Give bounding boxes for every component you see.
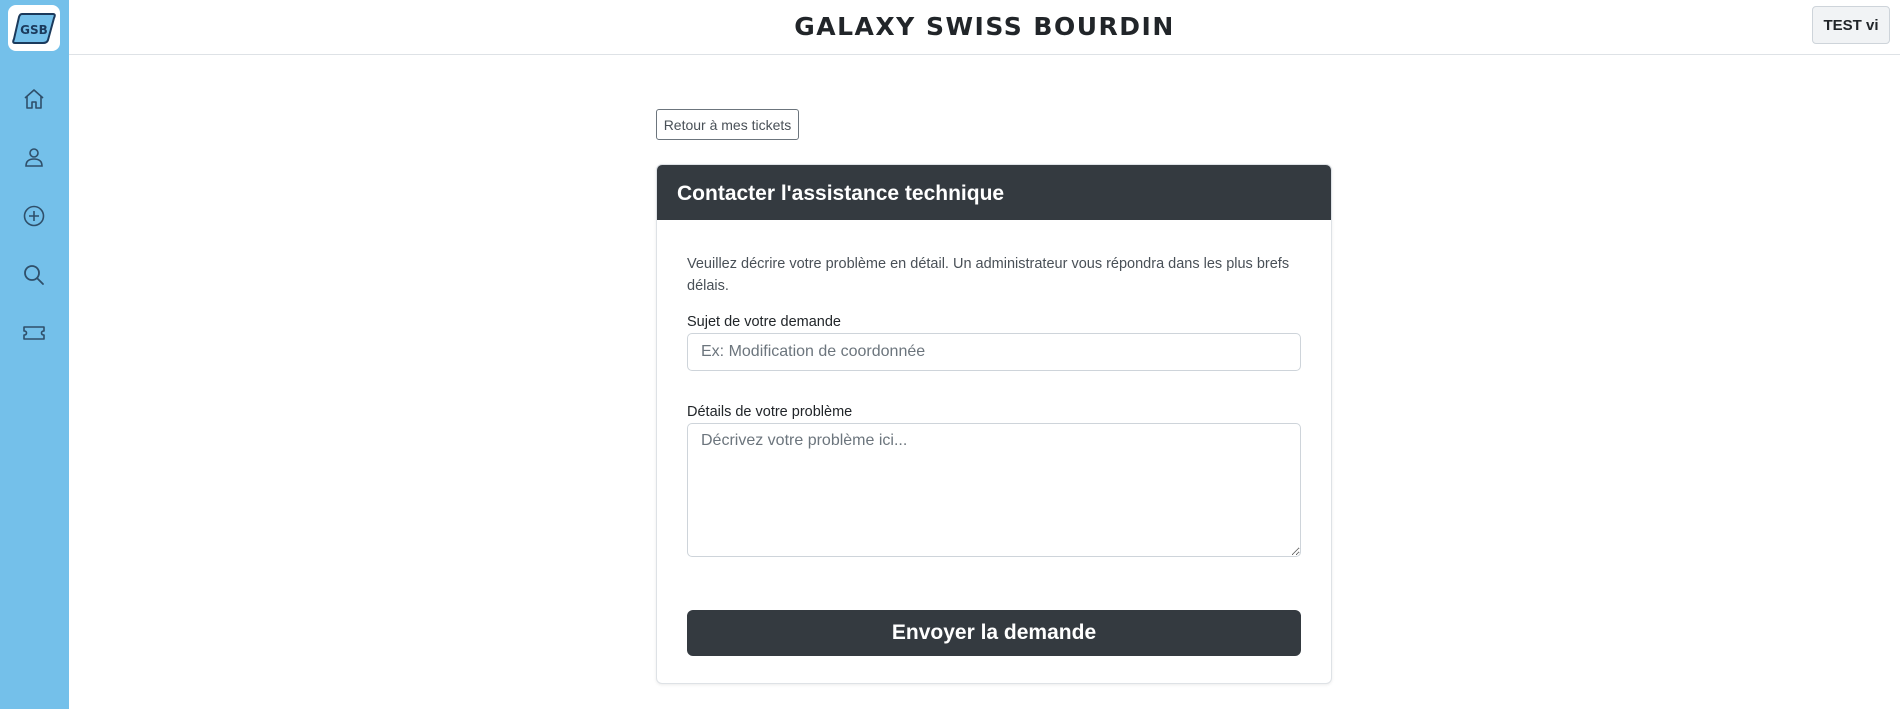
intro-text: Veuillez décrire votre problème en détai… [687,256,1290,294]
logo-text: GSB [20,23,48,37]
user-menu-button[interactable]: TEST vi [1812,6,1890,44]
details-textarea[interactable] [687,423,1301,557]
search-icon [24,265,44,285]
home-icon [24,89,44,109]
gsb-logo-icon: GSB [12,13,56,44]
support-form-card: Contacter l'assistance technique Veuille… [656,164,1332,684]
plus-circle-icon [23,205,45,227]
sidebar-item-search[interactable] [17,258,51,292]
top-bar: GALAXY SWISS BOURDIN TEST vi [69,0,1900,55]
gsb-logo[interactable]: GSB [8,5,60,51]
sidebar: GSB [0,0,69,709]
submit-request-button[interactable]: Envoyer la demande [687,610,1301,656]
sidebar-item-home[interactable] [17,82,51,116]
sidebar-item-tickets[interactable] [17,316,51,350]
brand-title: GALAXY SWISS BOURDIN [794,12,1175,41]
details-label: Détails de votre problème [687,404,853,420]
user-icon [25,148,43,167]
ticket-icon [23,326,45,340]
card-body: Veuillez décrire votre problème en détai… [657,253,1331,656]
sidebar-item-profile[interactable] [17,140,51,174]
card-title: Contacter l'assistance technique [657,165,1331,220]
subject-input[interactable] [687,333,1301,371]
subject-label: Sujet de votre demande [687,314,841,330]
app-root: GSB GALAXY SWISS BOURDIN TEST vi Retour … [0,0,1900,709]
sidebar-item-new-ticket[interactable] [17,199,51,233]
back-to-tickets-button[interactable]: Retour à mes tickets [656,109,799,140]
